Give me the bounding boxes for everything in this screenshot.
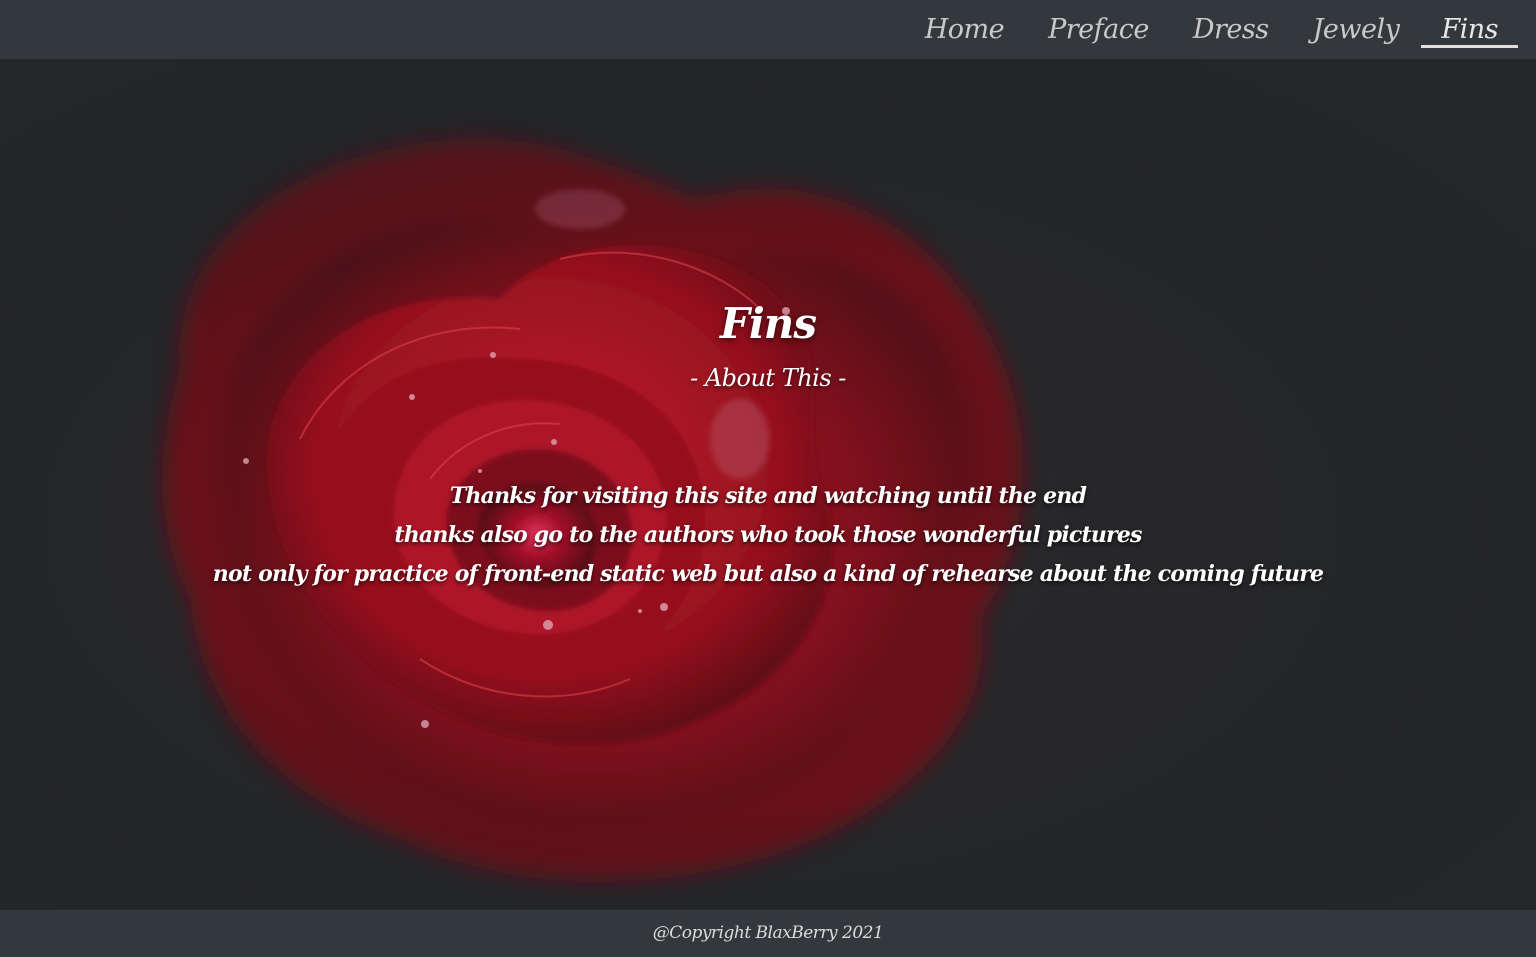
nav-item-dress[interactable]: Dress <box>1189 0 1273 59</box>
nav-item-home[interactable]: Home <box>921 0 1008 59</box>
top-nav-bar: Home Preface Dress Jewely Fins <box>0 0 1536 59</box>
page-title: Fins <box>720 299 817 348</box>
about-line: Thanks for visiting this site and watchi… <box>449 483 1087 509</box>
about-section: Fins - About This - Thanks for visiting … <box>0 59 1536 910</box>
nav-item-fins[interactable]: Fins <box>1421 0 1518 59</box>
about-line: not only for practice of front-end stati… <box>212 561 1324 587</box>
about-line: thanks also go to the authors who took t… <box>394 522 1142 548</box>
about-text: Thanks for visiting this site and watchi… <box>0 477 1536 594</box>
copyright-text: @Copyright BlaxBerry 2021 <box>652 923 884 943</box>
footer: @Copyright BlaxBerry 2021 <box>0 910 1536 957</box>
nav-item-preface[interactable]: Preface <box>1044 0 1153 59</box>
page-subtitle: - About This - <box>690 364 846 392</box>
nav-item-jewely[interactable]: Jewely <box>1309 0 1404 59</box>
